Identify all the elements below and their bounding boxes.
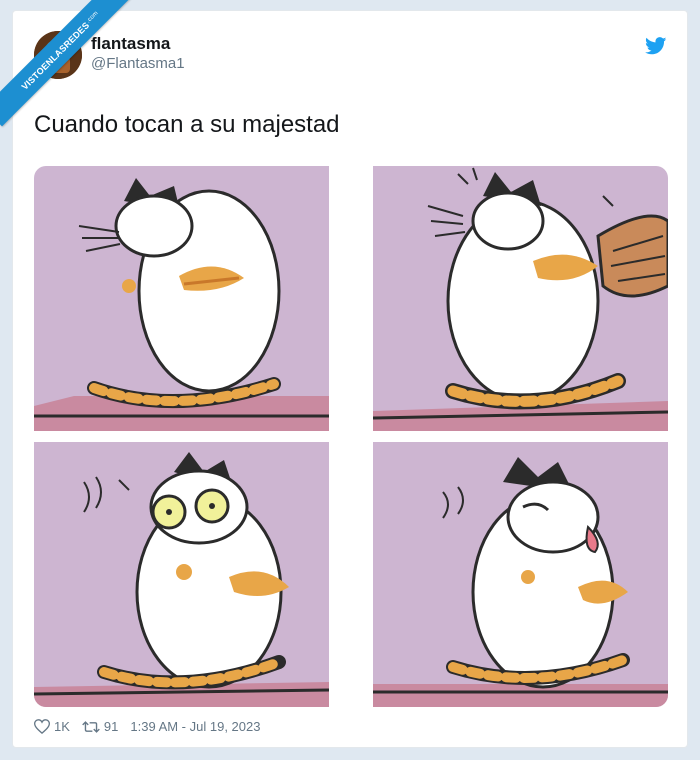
comic-panel-cat-sitting	[34, 166, 329, 431]
like-action[interactable]: 1K	[34, 719, 70, 734]
comic-panel-cat-licking	[373, 442, 668, 707]
heart-icon	[34, 719, 50, 734]
retweet-action[interactable]: 91	[82, 719, 118, 734]
comic-panel-cat-petted	[373, 166, 668, 431]
retweet-count: 91	[103, 719, 119, 734]
tweet-media[interactable]	[34, 166, 668, 707]
comic-panel-cat-startled	[34, 442, 329, 707]
tweet-timestamp[interactable]: 1:39 AM - Jul 19, 2023	[130, 719, 260, 734]
tweet-footer: 1K 91 1:39 AM - Jul 19, 2023	[34, 719, 272, 734]
tweet-text: Cuando tocan a su majestad	[34, 111, 340, 138]
author-handle[interactable]: @Flantasma1	[91, 55, 185, 72]
author-name[interactable]: flantasma	[91, 34, 170, 54]
retweet-icon	[82, 720, 100, 733]
like-count: 1K	[54, 719, 70, 734]
twitter-bird-icon[interactable]	[645, 37, 667, 55]
tweet-card: VISTOENLASREDES.com flantasma @Flantasma…	[0, 0, 688, 748]
